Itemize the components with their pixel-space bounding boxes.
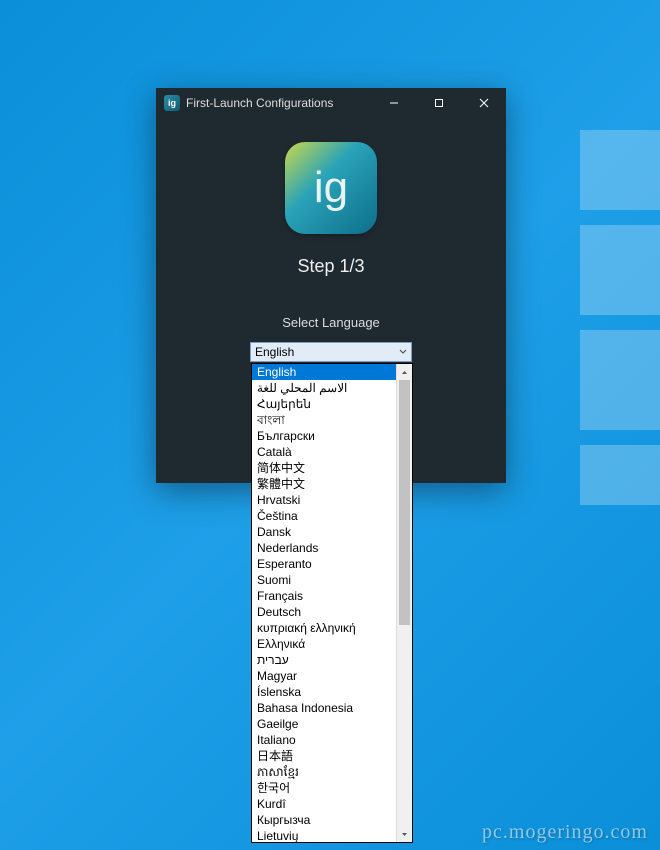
language-option[interactable]: বাংলা <box>252 412 396 428</box>
titlebar[interactable]: ig First-Launch Configurations <box>156 88 506 118</box>
language-option[interactable]: 한국어 <box>252 780 396 796</box>
app-icon: ig <box>164 95 180 111</box>
window-body: ig Step 1/3 Select Language English S et… <box>156 118 506 380</box>
language-option[interactable]: Кыргызча <box>252 812 396 828</box>
language-combobox[interactable]: English <box>250 342 412 362</box>
language-option[interactable]: Deutsch <box>252 604 396 620</box>
select-language-label: Select Language <box>282 315 380 330</box>
minimize-button[interactable] <box>371 88 416 118</box>
language-option[interactable]: 简体中文 <box>252 460 396 476</box>
language-option[interactable]: Gaeilge <box>252 716 396 732</box>
scrollbar[interactable] <box>396 364 412 842</box>
language-option[interactable]: 日本語 <box>252 748 396 764</box>
language-option[interactable]: Íslenska <box>252 684 396 700</box>
language-option[interactable]: Kurdî <box>252 796 396 812</box>
language-option[interactable]: 繁體中文 <box>252 476 396 492</box>
scroll-track[interactable] <box>397 380 412 826</box>
close-button[interactable] <box>461 88 506 118</box>
language-option[interactable]: Suomi <box>252 572 396 588</box>
language-option[interactable]: κυπριακή ελληνική <box>252 620 396 636</box>
language-option[interactable]: עברית <box>252 652 396 668</box>
language-option[interactable]: Lietuvių <box>252 828 396 842</box>
language-option[interactable]: English <box>252 364 396 380</box>
step-indicator: Step 1/3 <box>297 256 364 277</box>
language-option[interactable]: Hrvatski <box>252 492 396 508</box>
scroll-up-icon[interactable] <box>397 364 412 380</box>
scroll-thumb[interactable] <box>399 380 410 625</box>
language-option[interactable]: Nederlands <box>252 540 396 556</box>
language-option[interactable]: Ελληνικά <box>252 636 396 652</box>
window-title: First-Launch Configurations <box>186 96 371 110</box>
app-logo-text: ig <box>314 163 348 213</box>
desktop-rays <box>580 130 660 530</box>
language-option[interactable]: Հայերեն <box>252 396 396 412</box>
language-option[interactable]: Magyar <box>252 668 396 684</box>
scroll-down-icon[interactable] <box>397 826 412 842</box>
chevron-down-icon <box>395 349 411 355</box>
language-option[interactable]: Bahasa Indonesia <box>252 700 396 716</box>
language-option[interactable]: Català <box>252 444 396 460</box>
language-list[interactable]: Englishالاسم المحلي للغةՀայերենবাংলাБълг… <box>252 364 396 842</box>
language-option[interactable]: Čeština <box>252 508 396 524</box>
language-option[interactable]: Esperanto <box>252 556 396 572</box>
language-dropdown: Englishالاسم المحلي للغةՀայերենবাংলাБълг… <box>251 363 413 843</box>
app-logo: ig <box>285 142 377 234</box>
maximize-button[interactable] <box>416 88 461 118</box>
language-option[interactable]: الاسم المحلي للغة <box>252 380 396 396</box>
language-option[interactable]: ភាសាខ្មែរ <box>252 764 396 780</box>
language-option[interactable]: Français <box>252 588 396 604</box>
language-option[interactable]: Italiano <box>252 732 396 748</box>
watermark: pc.mogeringo.com <box>482 821 648 844</box>
language-option[interactable]: Български <box>252 428 396 444</box>
combobox-value: English <box>251 345 395 359</box>
language-option[interactable]: Dansk <box>252 524 396 540</box>
